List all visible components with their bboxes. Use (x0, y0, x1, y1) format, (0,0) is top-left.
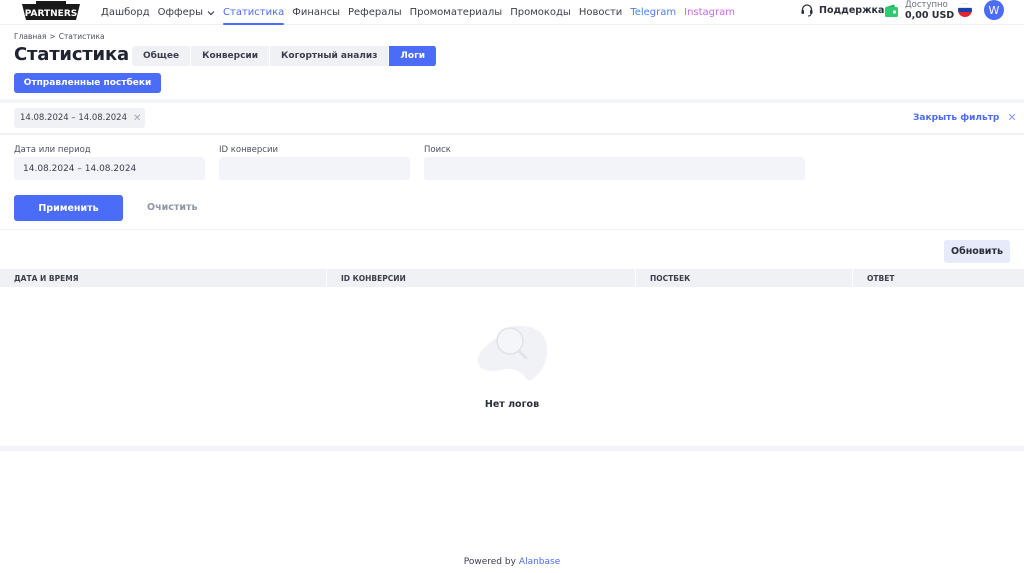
clear-button[interactable]: Очистить (147, 202, 198, 213)
search-input[interactable] (424, 157, 805, 180)
remove-chip-icon[interactable]: ✕ (133, 113, 141, 124)
breadcrumb: Главная > Статистика (14, 32, 105, 41)
nav-item-promo-codes[interactable]: Промокоды (510, 0, 571, 25)
wallet-icon (884, 3, 899, 22)
conversion-id-label: ID конверсии (219, 145, 279, 155)
empty-search-icon (474, 318, 554, 388)
statistics-tabs: Общее Конверсии Когортный анализ Логи (132, 46, 438, 66)
breadcrumb-separator-icon: > (49, 32, 56, 41)
table-bottom-divider (0, 446, 1024, 451)
nav-label: Финансы (292, 7, 340, 18)
headset-icon (801, 4, 813, 17)
support-link[interactable]: Поддержка (800, 0, 884, 20)
nav-label: Рефералы (347, 7, 402, 18)
alanbase-link[interactable]: Alanbase (519, 557, 560, 567)
support-label: Поддержка (819, 4, 885, 16)
nav-label: Дашборд (101, 7, 150, 18)
nav-item-telegram[interactable]: Telegram (630, 0, 676, 25)
nav-label: Промоматериалы (409, 7, 503, 18)
nav-item-instagram[interactable]: Instagram (684, 0, 735, 25)
column-header-conversion-id[interactable]: ID КОНВЕРСИИ (327, 269, 636, 287)
close-filter-button[interactable]: Закрыть фильтр ✕ (913, 111, 1017, 124)
conversion-id-input[interactable] (219, 157, 410, 180)
language-flag-ru-icon[interactable] (958, 3, 972, 17)
date-field-label: Дата или период (14, 145, 91, 155)
nav-item-statistics[interactable]: Статистика (223, 0, 285, 25)
nav-item-finance[interactable]: Финансы (292, 0, 340, 25)
form-divider (0, 229, 1024, 230)
section-divider (0, 99, 1024, 103)
date-period-field[interactable]: 14.08.2024 – 14.08.2024 (14, 157, 205, 180)
close-filter-label: Закрыть фильтр (913, 112, 1000, 123)
nav-label: Статистика (223, 7, 285, 18)
breadcrumb-home[interactable]: Главная (14, 32, 46, 41)
tab-logs[interactable]: Логи (389, 46, 438, 66)
tab-conversions[interactable]: Конверсии (191, 46, 271, 66)
empty-state-text: Нет логов (484, 399, 540, 410)
nav-label: Промокоды (510, 7, 571, 18)
footer: Powered by Alanbase (0, 557, 1024, 567)
active-filter-chip[interactable]: 14.08.2024 – 14.08.2024 ✕ (14, 108, 145, 128)
breadcrumb-current: Статистика (58, 32, 105, 41)
apply-button[interactable]: Применить (14, 195, 123, 221)
balance-widget[interactable]: Доступно 0,00 USD (905, 0, 954, 21)
column-header-response[interactable]: ОТВЕТ (853, 269, 1024, 287)
nav-label: Instagram (684, 7, 736, 18)
search-label: Поиск (424, 145, 451, 155)
main-nav: Дашборд Офферы Статистика Финансы Рефера… (101, 0, 743, 25)
partners-logo[interactable]: PARTNERS (20, 0, 82, 22)
nav-item-offers[interactable]: Офферы (158, 0, 215, 25)
user-avatar[interactable]: W (984, 0, 1004, 20)
close-icon: ✕ (1007, 111, 1017, 124)
chip-label: 14.08.2024 – 14.08.2024 (20, 113, 127, 123)
column-header-postback[interactable]: ПОСТБЕК (636, 269, 853, 287)
page-title: Статистика (14, 44, 129, 65)
tab-cohort-analysis[interactable]: Когортный анализ (270, 46, 390, 66)
nav-label: Офферы (157, 7, 204, 18)
top-header: PARTNERS Дашборд Офферы Статистика Финан… (0, 0, 1024, 25)
refresh-button[interactable]: Обновить (944, 240, 1010, 263)
filter-divider (0, 133, 1024, 135)
powered-by-text: Powered by (463, 557, 516, 567)
sent-postbacks-tab[interactable]: Отправленные постбеки (14, 73, 161, 93)
nav-item-news[interactable]: Новости (579, 0, 622, 25)
nav-item-promo-materials[interactable]: Промоматериалы (410, 0, 503, 25)
nav-label: Telegram (630, 7, 677, 18)
logo-text: PARTNERS (25, 9, 78, 19)
nav-item-dashboard[interactable]: Дашборд (101, 0, 150, 25)
balance-label: Доступно (905, 0, 948, 10)
date-field-value: 14.08.2024 – 14.08.2024 (23, 163, 137, 174)
chevron-down-icon (207, 10, 215, 15)
nav-item-referrals[interactable]: Рефералы (348, 0, 402, 25)
balance-value: 0,00 USD (905, 10, 955, 21)
table-header: ДАТА И ВРЕМЯ ID КОНВЕРСИИ ПОСТБЕК ОТВЕТ (0, 269, 1024, 287)
tab-general[interactable]: Общее (132, 46, 192, 66)
column-header-datetime[interactable]: ДАТА И ВРЕМЯ (0, 269, 327, 287)
nav-label: Новости (578, 7, 623, 18)
